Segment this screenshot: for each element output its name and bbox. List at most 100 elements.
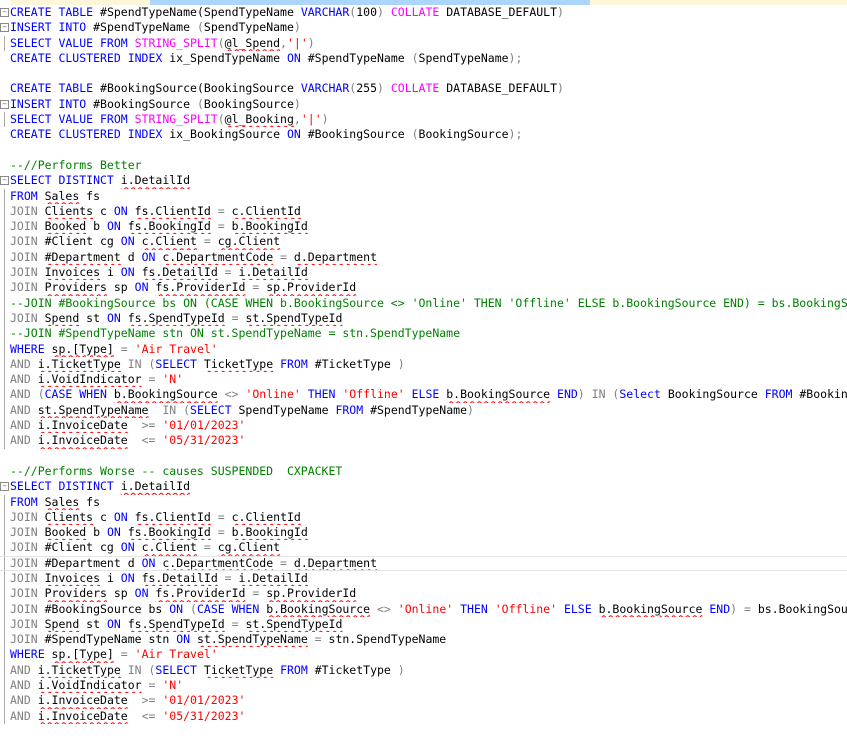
code-line[interactable]: AND i.TicketType IN (SELECT TicketType F… (0, 356, 847, 373)
code-line[interactable]: SELECT VALUE FROM STRING_SPLIT(@l_Bookin… (0, 112, 847, 128)
code-line[interactable]: WHERE sp.[Type] = 'Air Travel' (0, 341, 847, 357)
code-line[interactable]: JOIN #Department d ON c.DepartmentCode =… (0, 555, 847, 571)
code-token: AND (10, 678, 38, 693)
code-token: = (113, 341, 135, 356)
code-line[interactable]: JOIN Booked b ON fs.BookingId = b.Bookin… (0, 219, 847, 235)
code-line[interactable]: CREATE CLUSTERED INDEX ix_SpendTypeName … (0, 51, 847, 66)
collapse-toggle-icon[interactable]: − (0, 176, 9, 186)
code-line[interactable]: AND i.InvoiceDate >= '01/01/2023' (0, 693, 847, 709)
code-token: Invoices (44, 570, 101, 585)
code-line[interactable]: JOIN #Client cg ON c.Client = cg.Client (0, 540, 847, 556)
code-token: SELECT VALUE FROM (10, 35, 135, 50)
code-token: JOIN (10, 203, 45, 218)
code-line[interactable]: AND (CASE WHEN b.BookingSource <> 'Onlin… (0, 387, 847, 403)
code-line[interactable]: FROM Sales fs (0, 188, 847, 204)
code-token: WHERE (10, 647, 52, 662)
outline-bar (4, 203, 5, 220)
code-token: 'N' (162, 678, 184, 693)
code-line[interactable]: AND i.VoidIndicator = 'N' (0, 678, 847, 694)
code-line[interactable]: --//Performs Worse -- causes SUSPENDED C… (0, 464, 847, 479)
code-token: 255 (356, 81, 377, 96)
code-line[interactable]: AND i.InvoiceDate <= '05/31/2023' (0, 433, 847, 449)
collapse-toggle-icon[interactable]: − (0, 8, 9, 17)
code-line[interactable]: JOIN Invoices i ON fs.DetailId = i.Detai… (0, 570, 847, 587)
code-line[interactable]: --JOIN #SpendTypeName stn ON st.SpendTyp… (0, 326, 847, 342)
code-token: Spend (44, 310, 80, 325)
code-line[interactable]: − SELECT DISTINCT i.DetailId (0, 479, 847, 494)
code-line[interactable]: JOIN #SpendTypeName stn ON st.SpendTypeN… (0, 632, 847, 648)
code-editor[interactable]: − CREATE TABLE #SpendTypeName(SpendTypeNa… (0, 5, 847, 724)
code-token: SpendTypeName (418, 50, 509, 65)
code-line[interactable]: − INSERT INTO #SpendTypeName (SpendTypeNa… (0, 20, 847, 35)
code-line[interactable]: --JOIN #BookingSource bs ON (CASE WHEN b… (0, 295, 847, 311)
code-token: BookingSource (667, 387, 765, 402)
code-token: = (210, 509, 232, 524)
code-token: ELSE (404, 387, 447, 402)
code-line[interactable]: CREATE CLUSTERED INDEX ix_BookingSource … (0, 127, 847, 142)
code-line[interactable] (0, 449, 847, 464)
code-token: st.SpendTypeName (37, 402, 149, 417)
code-line[interactable]: --//Performs Better (0, 158, 847, 173)
code-line[interactable]: JOIN Providers sp ON fs.ProviderId = sp.… (0, 586, 847, 602)
code-token: ix_BookingSource (169, 127, 287, 142)
code-token: ON (141, 249, 163, 264)
code-token: st.SpendTypeId (245, 310, 343, 325)
code-line[interactable] (0, 66, 847, 81)
code-token: sp.ProviderId (266, 280, 357, 295)
code-line[interactable]: AND i.InvoiceDate <= '05/31/2023' (0, 708, 847, 724)
code-token: STRING_SPLIT (134, 35, 218, 50)
code-token: fs.SpendTypeId (127, 616, 225, 631)
code-line[interactable]: AND st.SpendTypeName IN (SELECT SpendTyp… (0, 402, 847, 419)
code-line[interactable]: AND i.InvoiceDate >= '01/01/2023' (0, 418, 847, 434)
code-line[interactable]: − INSERT INTO #BookingSource (BookingSour… (0, 97, 847, 112)
code-line[interactable]: JOIN Invoices i ON fs.DetailId = i.Detai… (0, 265, 847, 281)
code-token: , (280, 35, 287, 50)
code-line[interactable]: JOIN Clients c ON fs.ClientId = c.Client… (0, 203, 847, 220)
code-line[interactable]: AND i.TicketType IN (SELECT TicketType F… (0, 662, 847, 679)
code-line[interactable]: JOIN Providers sp ON fs.ProviderId = sp.… (0, 280, 847, 296)
code-line[interactable]: JOIN Spend st ON fs.SpendTypeId = st.Spe… (0, 310, 847, 327)
code-token: --//Performs Worse -- causes SUSPENDED C… (10, 463, 343, 478)
collapse-toggle-icon[interactable]: − (0, 482, 9, 492)
code-line[interactable]: JOIN #BookingSource bs ON (CASE WHEN b.B… (0, 601, 847, 617)
code-token: ON (134, 280, 156, 295)
code-line[interactable]: − CREATE TABLE #SpendTypeName(SpendTypeNa… (0, 5, 847, 20)
code-token: Spend (44, 616, 80, 631)
code-token: ) (397, 662, 405, 677)
code-line[interactable]: SELECT VALUE FROM STRING_SPLIT(@l_Spend,… (0, 35, 847, 51)
outline-bar (4, 525, 5, 541)
code-line[interactable]: CREATE TABLE #BookingSource(BookingSourc… (0, 81, 847, 96)
code-token: CASE WHEN (196, 601, 267, 616)
code-token: = (217, 265, 239, 280)
code-token: c.Client (141, 234, 197, 249)
code-token: AND (10, 662, 38, 677)
outline-bar (4, 326, 5, 342)
code-token: i.DetailId (120, 479, 191, 494)
code-token: b.BookingSource (598, 601, 703, 616)
code-line[interactable]: JOIN #Client cg ON c.Client = cg.Client (0, 234, 847, 250)
code-line[interactable]: FROM Sales fs (0, 494, 847, 510)
code-token: JOIN (10, 219, 45, 234)
collapse-toggle-icon[interactable]: − (0, 99, 9, 109)
code-token: SELECT (190, 402, 239, 417)
outline-bar (4, 632, 5, 648)
code-token: IN ( (120, 662, 156, 677)
code-token: ) (321, 112, 329, 127)
code-line[interactable]: JOIN Spend st ON fs.SpendTypeId = st.Spe… (0, 616, 847, 633)
code-line[interactable]: JOIN #Department d ON c.DepartmentCode =… (0, 249, 847, 266)
code-token: #BookingSource (799, 387, 847, 402)
code-token: ( (217, 112, 225, 127)
code-line[interactable]: AND i.VoidIndicator = 'N' (0, 372, 847, 388)
code-token: ON (106, 525, 128, 540)
code-line[interactable] (0, 143, 847, 158)
code-token: sp.[Type] (51, 341, 114, 356)
code-token: c (93, 203, 114, 218)
code-token: --//Performs Better (10, 157, 142, 172)
outline-bar (4, 280, 5, 296)
code-line[interactable]: JOIN Clients c ON fs.ClientId = c.Client… (0, 509, 847, 526)
code-line[interactable]: WHERE sp.[Type] = 'Air Travel' (0, 647, 847, 663)
code-line[interactable]: − SELECT DISTINCT i.DetailId (0, 173, 847, 188)
code-line[interactable]: JOIN Booked b ON fs.BookingId = b.Bookin… (0, 525, 847, 541)
collapse-toggle-icon[interactable]: − (0, 23, 9, 33)
code-token: b (86, 219, 107, 234)
